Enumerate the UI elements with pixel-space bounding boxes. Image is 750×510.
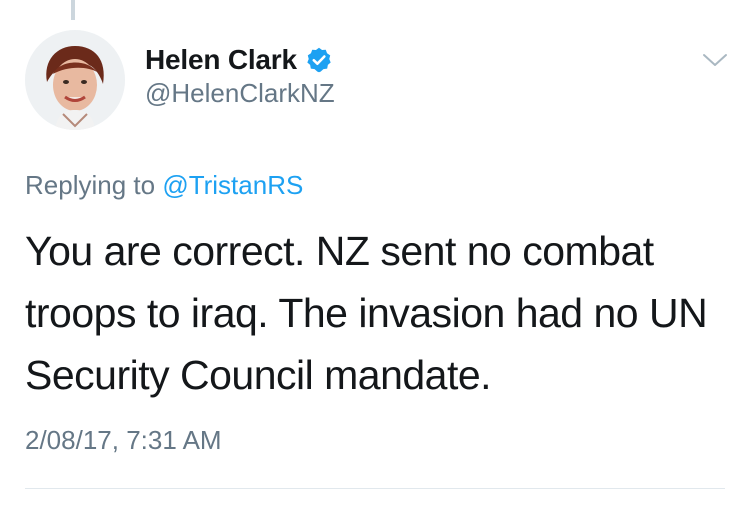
replying-to-line: Replying to @TristanRS: [25, 170, 303, 201]
replying-to-label: Replying to: [25, 170, 156, 200]
avatar[interactable]: [25, 30, 125, 130]
tweet-timestamp[interactable]: 2/08/17, 7:31 AM: [25, 425, 222, 456]
author-name-row: Helen Clark: [145, 40, 333, 80]
avatar-image: [25, 30, 125, 130]
divider: [25, 488, 725, 489]
thread-connector-line: [71, 0, 75, 20]
chevron-down-icon[interactable]: [700, 50, 730, 70]
author-display-name[interactable]: Helen Clark: [145, 44, 297, 76]
author-handle[interactable]: @HelenClarkNZ: [145, 78, 335, 109]
verified-badge-icon: [305, 46, 333, 74]
tweet-body: You are correct. NZ sent no combat troop…: [25, 228, 708, 398]
reply-mention-link[interactable]: @TristanRS: [162, 170, 303, 200]
